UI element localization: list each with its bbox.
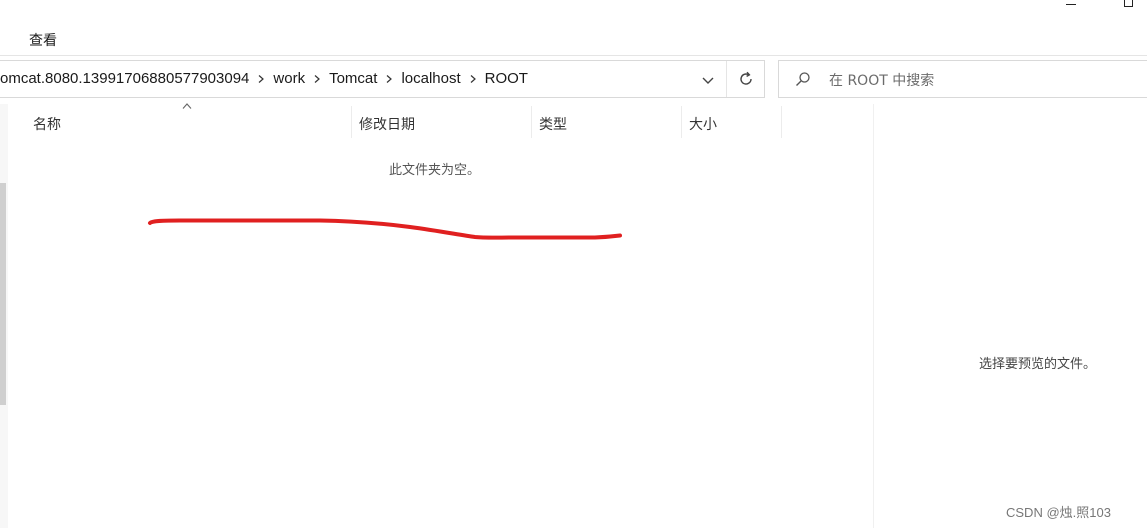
column-header-name[interactable]: 名称 bbox=[33, 114, 61, 134]
column-header-date[interactable]: 修改日期 bbox=[359, 114, 415, 134]
column-divider[interactable] bbox=[781, 106, 782, 138]
ribbon-divider bbox=[0, 55, 1147, 56]
column-header-size[interactable]: 大小 bbox=[689, 114, 717, 134]
annotation-stroke bbox=[148, 218, 622, 240]
chevron-right-icon[interactable] bbox=[257, 74, 265, 83]
breadcrumb: omcat.8080.13991706880577903094 work Tomca… bbox=[0, 70, 528, 87]
minimize-button[interactable] bbox=[1066, 4, 1076, 5]
preview-pane-message: 选择要预览的文件。 bbox=[979, 357, 1097, 372]
breadcrumb-item-localhost[interactable]: localhost bbox=[401, 70, 460, 87]
chevron-right-icon[interactable] bbox=[313, 74, 321, 83]
nav-pane-scroll-thumb[interactable] bbox=[0, 183, 6, 405]
chevron-right-icon[interactable] bbox=[385, 74, 393, 83]
empty-folder-message: 此文件夹为空。 bbox=[389, 163, 481, 178]
chevron-down-icon[interactable] bbox=[698, 70, 718, 90]
sort-ascending-icon bbox=[182, 103, 192, 109]
ribbon-tab-view[interactable]: 查看 bbox=[29, 30, 57, 50]
refresh-icon[interactable] bbox=[736, 69, 756, 89]
column-header-type[interactable]: 类型 bbox=[539, 114, 567, 134]
chevron-right-icon[interactable] bbox=[469, 74, 477, 83]
column-divider[interactable] bbox=[531, 106, 532, 138]
watermark: CSDN @烛.照103 bbox=[1006, 505, 1111, 520]
search-icon bbox=[796, 72, 810, 86]
maximize-button[interactable] bbox=[1124, 0, 1133, 7]
breadcrumb-item-work[interactable]: work bbox=[273, 70, 305, 87]
column-divider[interactable] bbox=[351, 106, 352, 138]
column-divider[interactable] bbox=[681, 106, 682, 138]
search-placeholder: 在 ROOT 中搜索 bbox=[829, 73, 935, 89]
preview-pane-divider[interactable] bbox=[873, 104, 874, 528]
breadcrumb-item-tomcat[interactable]: Tomcat bbox=[329, 70, 377, 87]
breadcrumb-item-server[interactable]: omcat.8080.13991706880577903094 bbox=[0, 70, 249, 87]
address-divider bbox=[726, 61, 727, 97]
breadcrumb-item-root[interactable]: ROOT bbox=[485, 70, 528, 87]
